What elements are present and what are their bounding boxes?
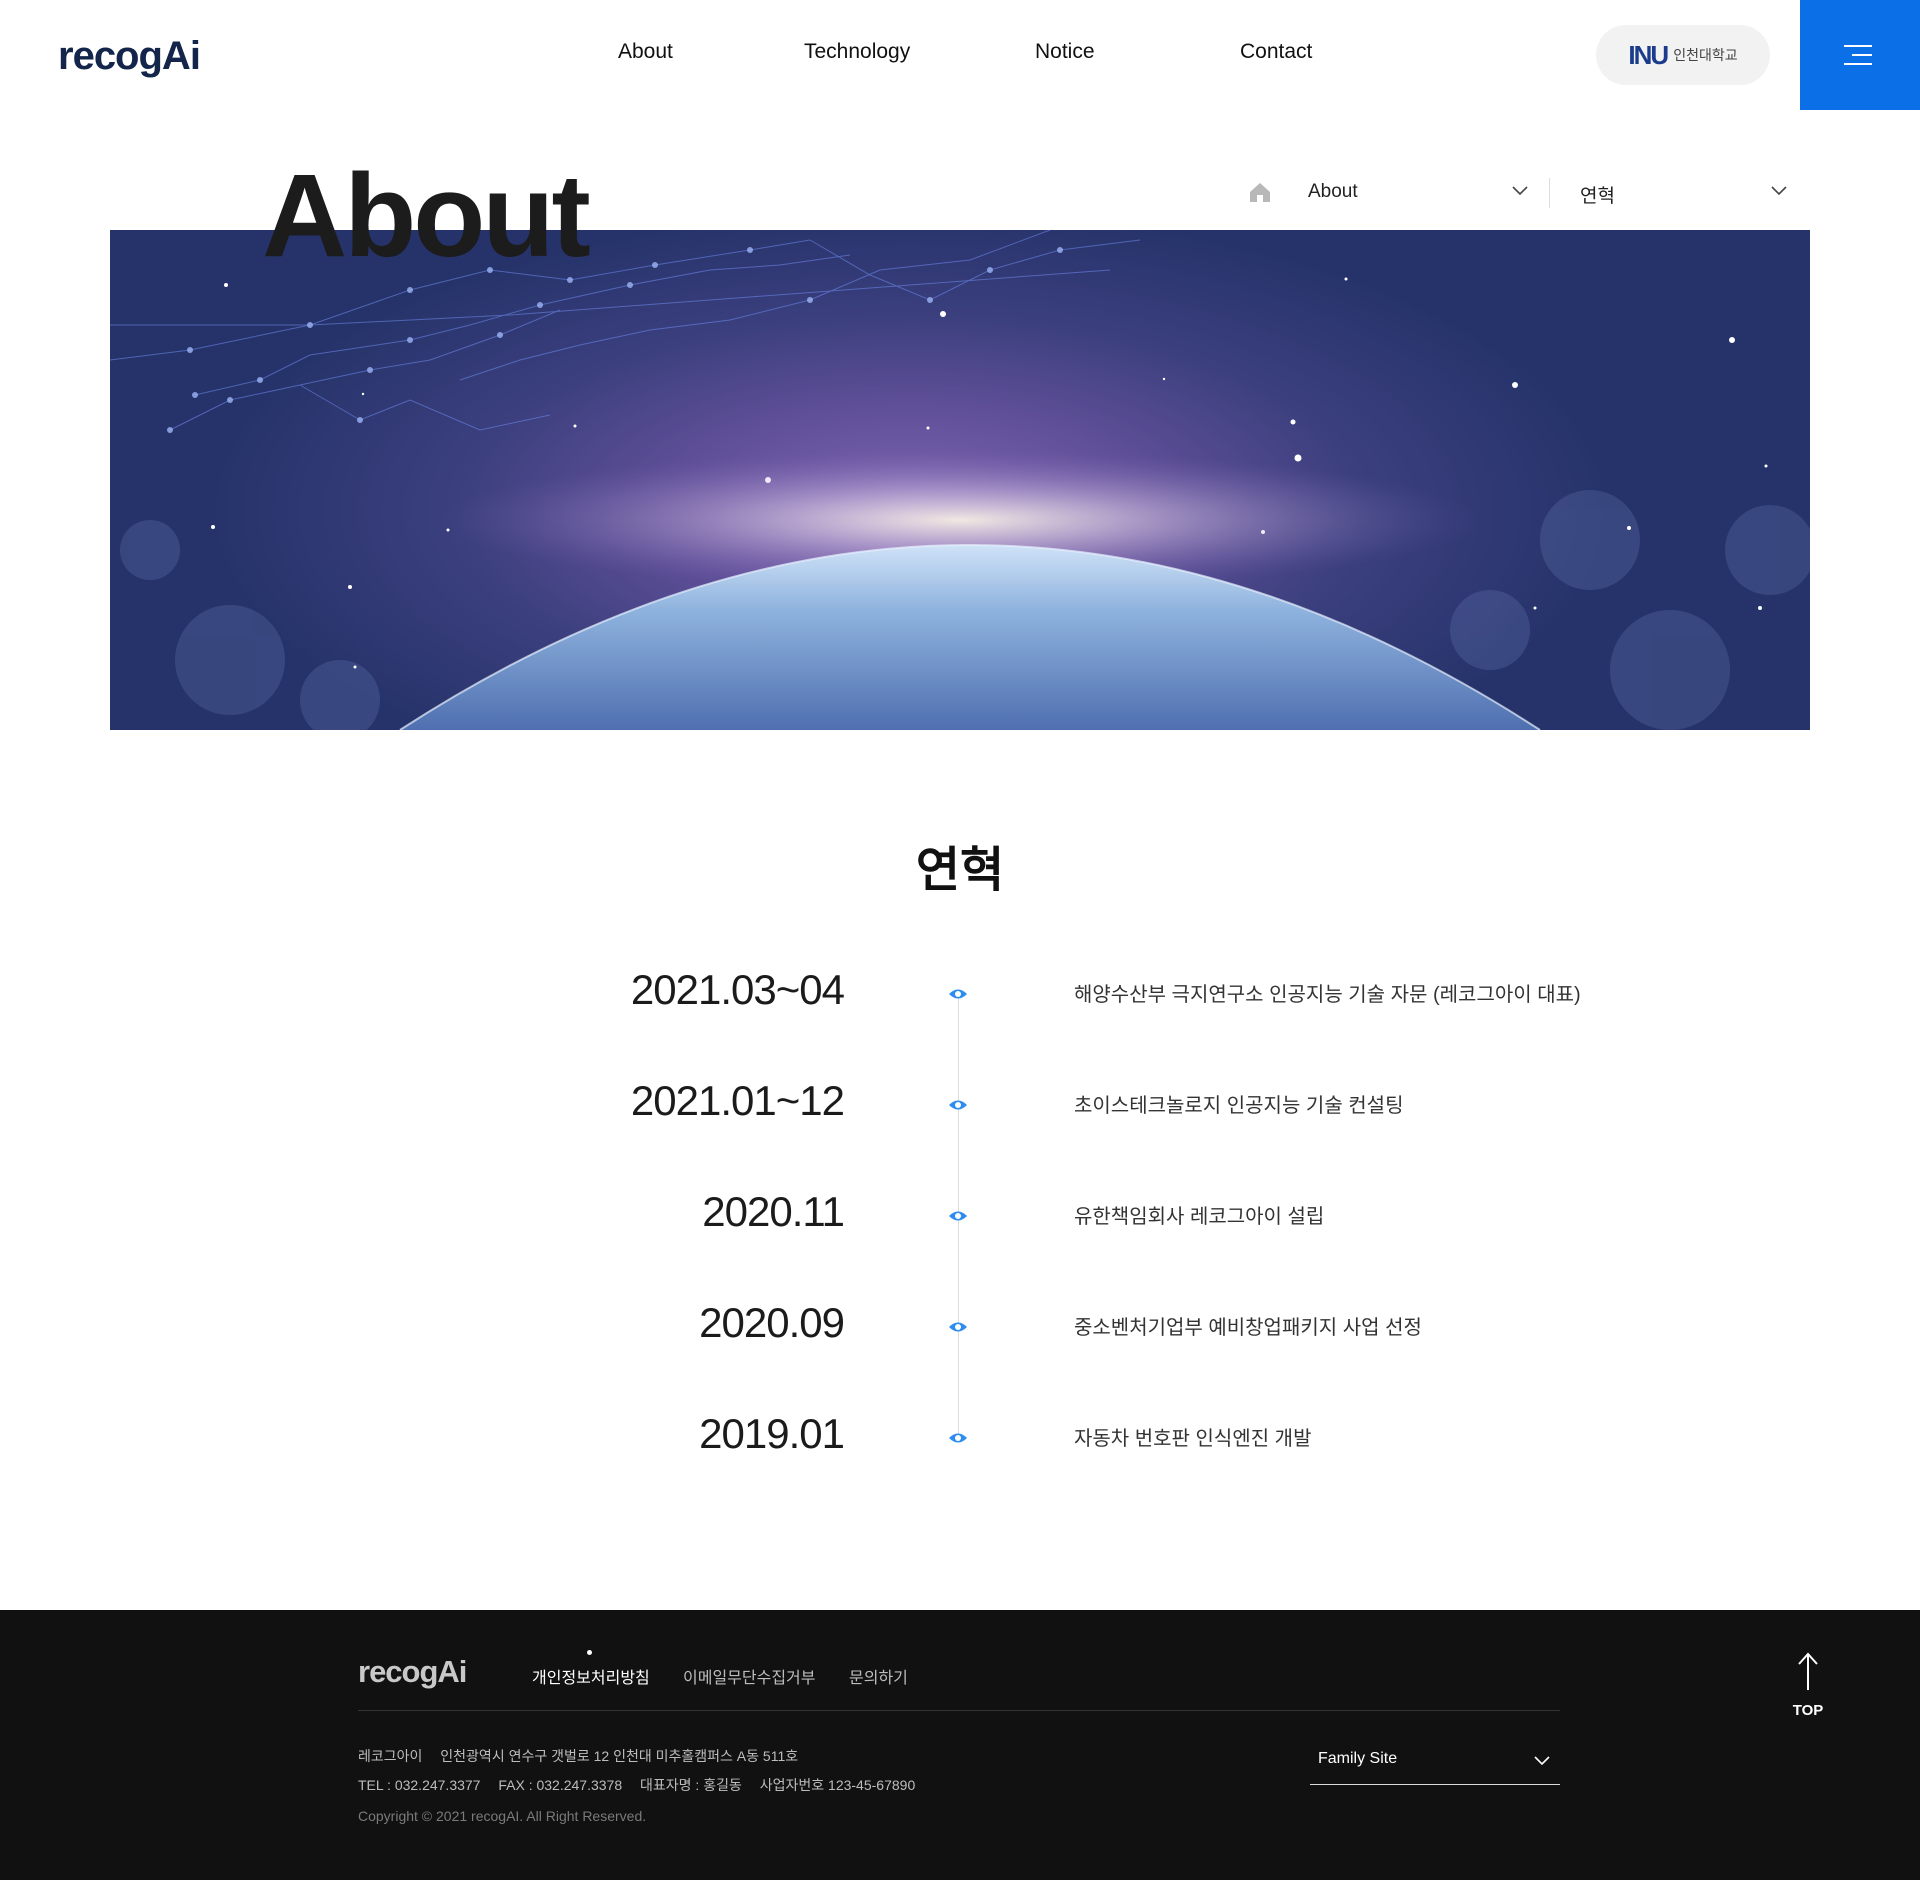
history-section-title: 연혁	[915, 844, 1005, 897]
timeline-date: 2020.11	[702, 1188, 845, 1235]
university-label: 인천대학교	[1673, 47, 1738, 63]
chevron-down-icon[interactable]	[1512, 186, 1528, 196]
footer-link-inquiry[interactable]: 문의하기	[849, 1664, 908, 1688]
timeline-date: 2020.09	[699, 1299, 845, 1346]
hamburger-menu-icon	[1844, 45, 1872, 47]
timeline-description: 유한책임회사 레코그아이 설립	[1074, 1206, 1325, 1228]
timeline-item: 2021.01~12 초이스테크놀로지 인공지능 기술 컨설팅	[0, 1077, 1920, 1137]
timeline-dot-icon	[949, 989, 967, 999]
footer-copyright: Copyright © 2021 recogAI. All Right Rese…	[358, 1808, 647, 1824]
nav-technology[interactable]: Technology	[804, 40, 910, 64]
footer-tel: TEL : 032.247.3377	[358, 1777, 481, 1793]
arrow-up-icon	[1798, 1652, 1818, 1690]
chevron-down-icon[interactable]	[1771, 186, 1787, 196]
home-icon[interactable]	[1248, 181, 1272, 203]
footer-link-privacy[interactable]: 개인정보처리방침	[532, 1650, 650, 1688]
site-logo[interactable]: recogAi	[58, 34, 201, 79]
footer-ceo: 대표자명 : 홍길동	[640, 1777, 742, 1793]
footer-logo[interactable]: recogAi	[358, 1654, 467, 1690]
timeline-item: 2019.01 자동차 번호판 인식엔진 개발	[0, 1410, 1920, 1470]
timeline-description: 해양수산부 극지연구소 인공지능 기술 자문 (레코그아이 대표)	[1074, 984, 1581, 1006]
hero-banner-image	[110, 230, 1810, 730]
timeline-description: 중소벤처기업부 예비창업패키지 사업 선정	[1074, 1317, 1422, 1339]
timeline-dot-icon	[949, 1322, 967, 1332]
hero-network-illustration	[110, 230, 1810, 730]
nav-contact[interactable]: Contact	[1240, 40, 1312, 64]
footer-address: 인천광역시 연수구 갯벌로 12 인천대 미추홀캠퍼스 A동 511호	[440, 1748, 799, 1764]
chevron-down-icon	[1534, 1756, 1550, 1766]
timeline-item: 2020.09 중소벤처기업부 예비창업패키지 사업 선정	[0, 1299, 1920, 1359]
timeline-dot-icon	[949, 1100, 967, 1110]
hamburger-line	[1844, 63, 1872, 65]
timeline-item: 2021.03~04 해양수산부 극지연구소 인공지능 기술 자문 (레코그아이…	[0, 966, 1920, 1026]
university-logo-mark: INU	[1628, 39, 1669, 70]
timeline-date: 2021.01~12	[630, 1077, 845, 1124]
page-title: About	[262, 150, 591, 282]
footer-divider	[358, 1710, 1560, 1711]
nav-about[interactable]: About	[618, 40, 673, 64]
timeline-dot-icon	[949, 1433, 967, 1443]
timeline-description: 초이스테크놀로지 인공지능 기술 컨설팅	[1074, 1095, 1404, 1117]
footer-company: 레코그아이	[358, 1748, 423, 1764]
hamburger-menu-button[interactable]	[1800, 0, 1920, 110]
logo-text: recogAi	[58, 34, 201, 78]
family-site-label: Family Site	[1318, 1750, 1398, 1767]
breadcrumb-level2[interactable]: 연혁	[1580, 181, 1615, 208]
footer-biz-no: 사업자번호 123-45-67890	[759, 1777, 916, 1793]
site-footer: recogAi 개인정보처리방침 이메일무단수집거부 문의하기 레코그아이 인천…	[0, 1610, 1920, 1880]
scroll-top-label: TOP	[1792, 1702, 1824, 1719]
scroll-top-button[interactable]: TOP	[1780, 1650, 1836, 1722]
footer-contact-line: TEL : 032.247.3377 FAX : 032.247.3378 대표…	[358, 1775, 929, 1795]
nav-notice[interactable]: Notice	[1035, 40, 1095, 64]
timeline-date: 2019.01	[699, 1410, 845, 1457]
footer-link-email-refusal[interactable]: 이메일무단수집거부	[683, 1664, 815, 1688]
family-site-select[interactable]: Family Site	[1310, 1742, 1560, 1785]
site-header: recogAi About Technology Notice Contact …	[0, 0, 1920, 110]
hamburger-line	[1852, 54, 1872, 56]
breadcrumb-divider	[1549, 178, 1550, 208]
footer-fax: FAX : 032.247.3378	[498, 1777, 623, 1793]
university-link[interactable]: INU 인천대학교	[1596, 25, 1770, 85]
timeline-item: 2020.11 유한책임회사 레코그아이 설립	[0, 1188, 1920, 1248]
timeline-dot-icon	[949, 1211, 967, 1221]
timeline-description: 자동차 번호판 인식엔진 개발	[1074, 1428, 1312, 1450]
footer-address-line: 레코그아이 인천광역시 연수구 갯벌로 12 인천대 미추홀캠퍼스 A동 511…	[358, 1746, 812, 1766]
timeline-date: 2021.03~04	[630, 966, 845, 1013]
breadcrumb-level1[interactable]: About	[1308, 181, 1358, 203]
